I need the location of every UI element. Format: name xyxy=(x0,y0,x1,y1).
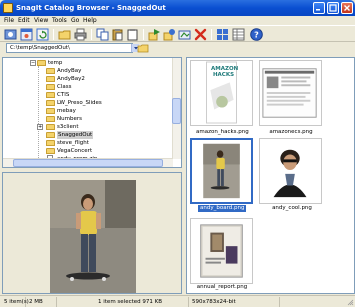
address-input[interactable]: C:\temp\SnaggedOut\ xyxy=(6,43,139,53)
menu-bar: File Edit View Tools Go Help xyxy=(0,16,355,25)
preview-photo xyxy=(50,180,136,293)
folder-icon xyxy=(46,92,55,98)
window-title: SnagIt Catalog Browser - SnaggedOut xyxy=(16,4,166,12)
thumbnail-item-selected[interactable] xyxy=(190,138,253,204)
book-title: AMAZON HACKS xyxy=(211,66,239,78)
paste-icon[interactable] xyxy=(111,28,124,41)
folder-browse-icon[interactable] xyxy=(137,43,149,53)
scrollbar-thumb[interactable] xyxy=(13,159,163,167)
thumbnail-caption-selected: andy_board.png xyxy=(198,205,247,212)
tree-vertical-scrollbar[interactable] xyxy=(172,58,181,159)
thumbnail-grid[interactable]: AMAZON HACKS amazon_hacks.png amazonecs.… xyxy=(186,57,355,294)
resize-grip-icon[interactable] xyxy=(346,298,354,306)
status-selection: 1 item selected 971 KB xyxy=(96,297,189,307)
folder-icon xyxy=(46,100,55,106)
thumbnail-caption: amazon_hacks.png xyxy=(196,129,249,135)
thumbnail-item[interactable] xyxy=(259,138,322,204)
folder-icon xyxy=(46,148,55,154)
up-folder-icon[interactable] xyxy=(58,28,71,41)
thumbnails-view-icon[interactable] xyxy=(216,28,229,41)
folder-icon xyxy=(46,76,55,82)
address-value: C:\temp\SnaggedOut\ xyxy=(10,45,70,51)
folder-icon xyxy=(46,116,55,122)
details-view-icon[interactable] xyxy=(232,28,245,41)
toolbar-separator xyxy=(211,29,212,40)
thumbnail-item[interactable]: AMAZON HACKS xyxy=(190,60,253,126)
delete-icon[interactable] xyxy=(194,28,207,41)
collapse-expander[interactable]: − xyxy=(30,60,36,66)
thumbnail-caption: amazonecs.png xyxy=(269,129,313,135)
title-bar: SnagIt Catalog Browser - SnaggedOut xyxy=(0,0,355,16)
folder-icon xyxy=(46,108,55,114)
folder-icon xyxy=(46,68,55,74)
toolbar-separator xyxy=(53,29,54,40)
folder-tree[interactable]: − temp AndyBay AndyBay2 Class CTIS LW_Pr… xyxy=(2,57,182,168)
clipboard-icon[interactable] xyxy=(126,28,139,41)
menu-go[interactable]: Go xyxy=(71,17,79,24)
help-icon[interactable]: ? xyxy=(250,28,263,41)
folder-icon xyxy=(46,84,55,90)
open-folder-icon xyxy=(46,132,55,138)
menu-file[interactable]: File xyxy=(4,17,14,24)
image-preview xyxy=(2,172,182,294)
minimize-button[interactable] xyxy=(313,2,325,14)
copy-icon[interactable] xyxy=(96,28,109,41)
tree-horizontal-scrollbar[interactable] xyxy=(3,158,173,167)
thumbnail-image xyxy=(262,68,317,118)
tree-connector xyxy=(38,66,39,160)
folder-icon xyxy=(37,60,46,66)
thumbnail-caption: annual_report.png xyxy=(196,284,248,290)
menu-view[interactable]: View xyxy=(34,17,48,24)
maximize-button[interactable] xyxy=(327,2,339,14)
menu-edit[interactable]: Edit xyxy=(18,17,30,24)
thumbnail-item[interactable] xyxy=(259,60,322,126)
refresh-icon[interactable] xyxy=(36,28,49,41)
menu-help[interactable]: Help xyxy=(83,17,97,24)
status-size: 2 MB xyxy=(27,297,57,307)
share-icon[interactable] xyxy=(178,28,191,41)
thumbnail-image xyxy=(267,142,314,198)
toolbar-separator xyxy=(91,29,92,40)
capture-window-icon[interactable] xyxy=(20,28,33,41)
copy-to-icon[interactable] xyxy=(163,28,176,41)
toolbar: ? xyxy=(0,25,355,42)
print-icon[interactable] xyxy=(74,28,87,41)
move-to-icon[interactable] xyxy=(148,28,161,41)
address-bar: C:\temp\SnaggedOut\ xyxy=(0,42,355,54)
folder-icon xyxy=(46,124,55,130)
scrollbar-thumb[interactable] xyxy=(172,98,181,124)
thumbnail-caption: andy_cool.png xyxy=(272,205,312,211)
status-item-count: 5 item(s) xyxy=(4,297,29,307)
close-button[interactable] xyxy=(341,2,353,14)
thumbnail-image xyxy=(200,224,243,278)
thumbnail-item[interactable] xyxy=(190,218,253,284)
status-bar: 5 item(s) 2 MB 1 item selected 971 KB 59… xyxy=(0,295,355,307)
folder-icon xyxy=(46,140,55,146)
app-icon xyxy=(3,3,13,13)
svg-text:?: ? xyxy=(254,30,259,39)
expand-expander[interactable]: + xyxy=(37,124,43,130)
menu-tools[interactable]: Tools xyxy=(52,17,67,24)
new-capture-icon[interactable] xyxy=(4,28,17,41)
status-dimensions: 590x783x24-bit xyxy=(190,297,280,307)
thumbnail-image xyxy=(203,143,240,199)
toolbar-separator xyxy=(143,29,144,40)
